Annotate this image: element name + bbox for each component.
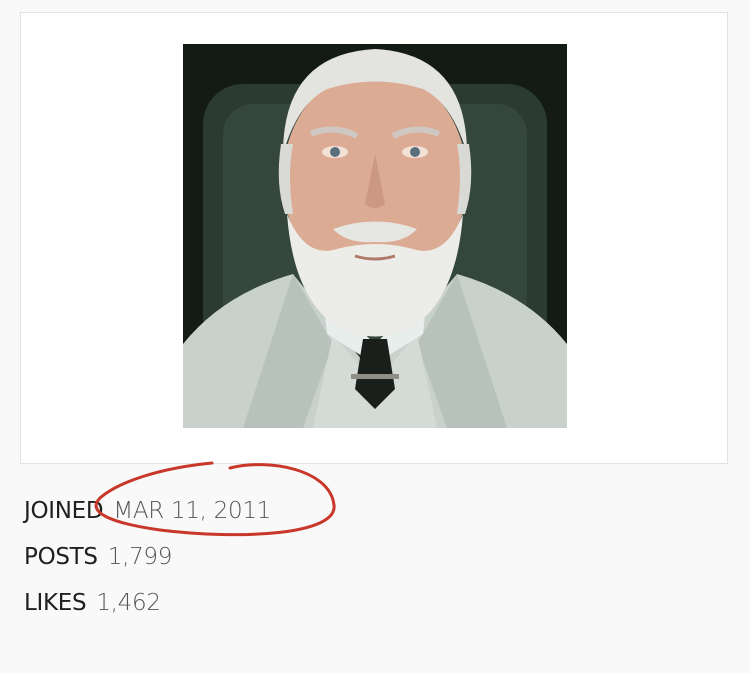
posts-count: 1,799 <box>107 544 173 570</box>
avatar-card <box>20 12 728 464</box>
profile-stats: JOINED MAR 11, 2011 POSTS 1,799 LIKES 1,… <box>24 488 271 626</box>
avatar-portrait-image <box>183 44 567 428</box>
posts-stat: POSTS 1,799 <box>24 534 271 580</box>
joined-date: MAR 11, 2011 <box>113 498 272 524</box>
posts-label: POSTS <box>24 544 98 570</box>
joined-label: JOINED <box>24 498 104 524</box>
joined-stat: JOINED MAR 11, 2011 <box>24 488 271 534</box>
likes-stat: LIKES 1,462 <box>24 580 271 626</box>
likes-count: 1,462 <box>96 590 161 616</box>
avatar[interactable] <box>183 44 567 428</box>
likes-label: LIKES <box>24 590 87 616</box>
